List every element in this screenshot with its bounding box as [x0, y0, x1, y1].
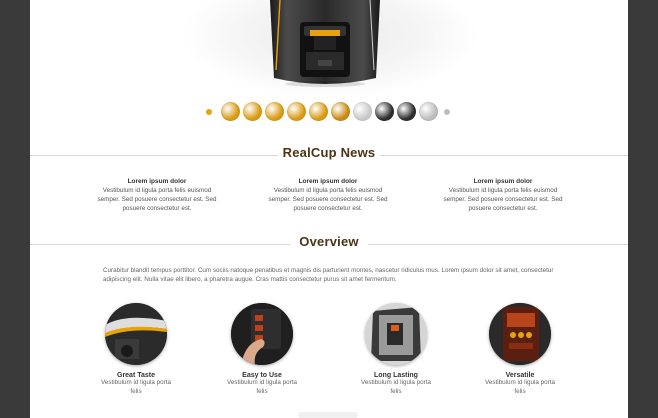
feature-description: Vestibulum id ligula porta felis	[484, 379, 555, 395]
carousel-prev-dot[interactable]	[206, 109, 212, 115]
news-section-header: RealCup News	[30, 145, 628, 165]
overview-section-header: Overview	[30, 234, 628, 254]
feature-description: Vestibulum id ligula porta felis	[100, 379, 171, 395]
carousel-swatch[interactable]	[265, 102, 284, 121]
feature-great-taste[interactable]: Great Taste Vestibulum id ligula porta f…	[96, 303, 176, 396]
page: RealCup News Lorem ipsum dolor Vestibulu…	[30, 0, 628, 418]
news-item-body: Vestibulum id ligula porta felis euismod…	[97, 187, 217, 212]
news-item: Lorem ipsum dolor Vestibulum id ligula p…	[97, 177, 217, 213]
news-item-heading: Lorem ipsum dolor	[127, 178, 187, 185]
feature-long-lasting[interactable]: Long Lasting Vestibulum id ligula porta …	[356, 303, 436, 396]
carousel-swatch[interactable]	[353, 102, 372, 121]
news-item: Lorem ipsum dolor Vestibulum id ligula p…	[268, 177, 388, 213]
feature-description: Vestibulum id ligula porta felis	[360, 379, 431, 395]
feature-versatile[interactable]: Versatile Vestibulum id ligula porta fel…	[480, 303, 560, 396]
carousel-swatch[interactable]	[375, 102, 394, 121]
carousel-swatch[interactable]	[331, 102, 350, 121]
overview-title: Overview	[299, 234, 359, 249]
feature-name: Versatile	[505, 372, 535, 379]
bottom-fade	[298, 412, 358, 418]
news-item-body: Vestibulum id ligula porta felis euismod…	[268, 187, 388, 212]
feature-description: Vestibulum id ligula porta felis	[226, 379, 297, 395]
news-item-heading: Lorem ipsum dolor	[473, 178, 533, 185]
carousel-swatch[interactable]	[243, 102, 262, 121]
news-item-body: Vestibulum id ligula porta felis euismod…	[443, 187, 563, 212]
feature-name: Long Lasting	[374, 372, 418, 379]
carousel-swatch[interactable]	[397, 102, 416, 121]
product-carousel	[30, 101, 628, 123]
feature-easy-to-use[interactable]: Easy to Use Vestibulum id ligula porta f…	[222, 303, 302, 396]
long-lasting-image	[365, 303, 427, 365]
easy-to-use-image	[231, 303, 293, 365]
feature-name: Easy to Use	[242, 372, 282, 379]
carousel-swatch[interactable]	[287, 102, 306, 121]
carousel-next-dot[interactable]	[444, 109, 450, 115]
great-taste-image	[105, 303, 167, 365]
news-title: RealCup News	[282, 145, 376, 160]
news-item: Lorem ipsum dolor Vestibulum id ligula p…	[443, 177, 563, 213]
carousel-swatch[interactable]	[221, 102, 240, 121]
overview-paragraph: Curabitur blandit tempus porttitor. Cum …	[103, 267, 554, 283]
carousel-swatch[interactable]	[309, 102, 328, 121]
feature-name: Great Taste	[117, 372, 155, 379]
carousel-swatch[interactable]	[419, 102, 438, 121]
news-item-heading: Lorem ipsum dolor	[298, 178, 358, 185]
versatile-image	[489, 303, 551, 365]
coffee-machine-image	[270, 0, 380, 87]
